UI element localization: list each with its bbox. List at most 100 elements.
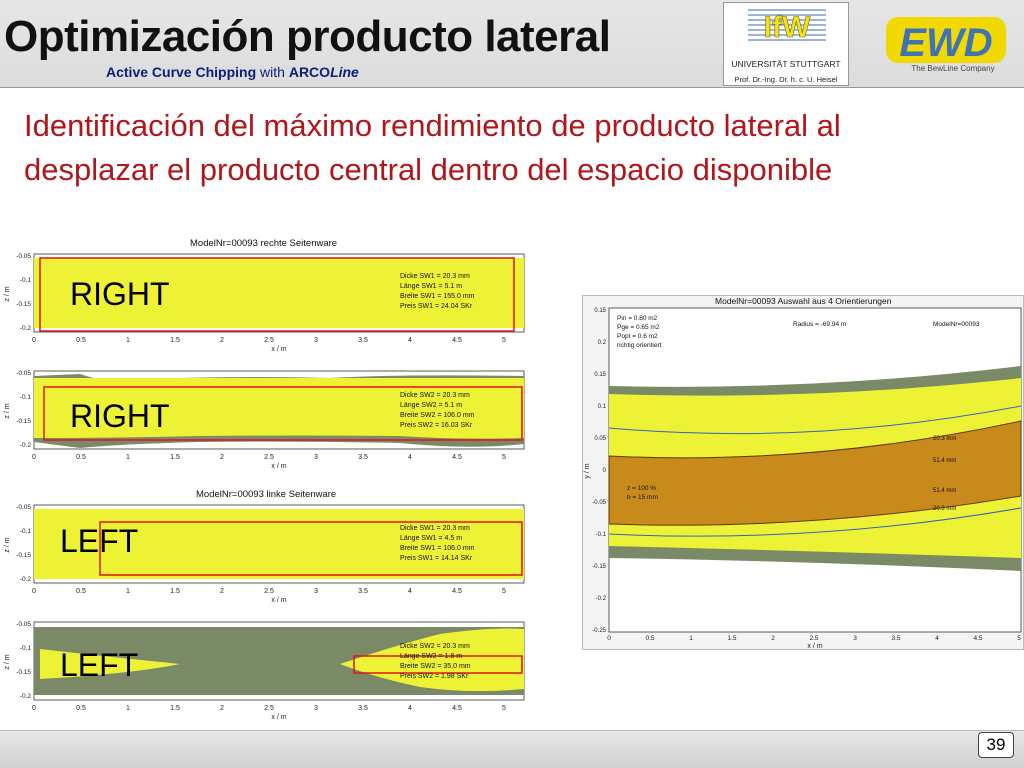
x-tick-label: 4	[408, 454, 412, 461]
x-tick-label: 1	[126, 337, 130, 344]
label-left-2: LEFT	[60, 647, 139, 683]
info-line: Länge SW1 = 4.5 m	[400, 535, 463, 542]
x-tick-label: 1.5	[170, 588, 180, 595]
x-tick-label: 2.5	[264, 337, 274, 344]
x-tick-label: 2.5	[264, 588, 274, 595]
info-line: Preis SW2 = 1.98 SKr	[400, 673, 469, 680]
info-line: Länge SW2 = 1.8 m	[400, 653, 463, 660]
x-tick-label: 3	[314, 588, 318, 595]
ewd-logo-text: EWD	[899, 21, 992, 65]
slide-footer	[0, 730, 1024, 768]
x-tick-label: 5	[502, 705, 506, 712]
z-tick-label: -0.1	[20, 645, 32, 652]
info-line: Dicke SW2 = 20.3 mm	[400, 392, 470, 399]
info-line: Dicke SW2 = 20.3 mm	[400, 643, 470, 650]
x-tick-label: 2	[220, 454, 224, 461]
z-tick-label: -0.15	[16, 552, 31, 559]
x-tick-label: 0.5	[76, 588, 86, 595]
x-tick-label: 0	[32, 588, 36, 595]
slide-heading: Identificación del máximo rendimiento de…	[24, 108, 841, 187]
right-info-2: Dicke SW2 = 20.3 mm Länge SW2 = 5.1 m Br…	[400, 391, 475, 431]
left-info-1: Dicke SW1 = 20.3 mm Länge SW1 = 4.5 m Br…	[400, 524, 475, 564]
x-tick-label: 0	[32, 454, 36, 461]
info-line: Länge SW1 = 5.1 m	[400, 283, 463, 290]
label-left-1: LEFT	[60, 523, 139, 559]
z-tick-label: -0.1	[20, 277, 32, 284]
z-tick-label: -0.2	[20, 325, 32, 332]
x-tick-label: 1.5	[170, 337, 180, 344]
x-tick-label: 1	[126, 454, 130, 461]
x-tick-label: 0	[32, 337, 36, 344]
x-tick-label: 5	[502, 588, 506, 595]
ifw-university: UNIVERSITÄT STUTTGART	[731, 59, 841, 69]
slide-title: Optimización producto lateral	[4, 12, 611, 61]
orientation-model: ModelNr=00093	[933, 321, 980, 328]
right-sideboard-panel: ModelNr=00093 rechte Seitenware 0 0.5 1 1.5…	[0, 238, 525, 476]
x-axis-label: x / m	[271, 463, 286, 470]
x-tick-label: 3.5	[891, 635, 900, 642]
subtitle-brand: ARCO	[288, 64, 331, 80]
central-line: z = 100 %	[627, 485, 657, 492]
x-axis-label: x / m	[271, 714, 286, 721]
x-tick-label: 1	[126, 705, 130, 712]
label-right-2: RIGHT	[70, 398, 170, 434]
x-tick-label: 1	[126, 588, 130, 595]
x-tick-label: 4	[935, 635, 939, 642]
y-tick-label: -0.05	[592, 500, 606, 506]
x-tick-label: 4	[408, 588, 412, 595]
x-tick-label: 1.5	[170, 705, 180, 712]
z-tick-label: -0.15	[16, 669, 31, 676]
subtitle-with: with	[256, 64, 289, 80]
orientation-annotation-3: 51.4 mm	[933, 488, 957, 494]
x-tick-label: 4.5	[452, 705, 462, 712]
x-tick-label: 1	[689, 635, 693, 642]
z-tick-label: -0.05	[16, 253, 31, 260]
label-right-1: RIGHT	[70, 276, 170, 312]
ifw-professor: Prof. Dr.-Ing. Dr. h. c. U. Heisel	[734, 75, 838, 84]
x-tick-label: 3.5	[358, 337, 368, 344]
orientation-annotation-2: 51.4 mm	[933, 458, 957, 464]
z-tick-label: -0.1	[20, 528, 32, 535]
orientation-panel: ModelNr=00093 Auswahl aus 4 Orientierung…	[582, 295, 1024, 650]
x-tick-label: 1.5	[727, 635, 736, 642]
z-tick-label: -0.15	[16, 301, 31, 308]
z-tick-label: -0.2	[20, 442, 32, 449]
x-tick-label: 0	[32, 705, 36, 712]
orientation-annotation-1: 20.3 mm	[933, 436, 957, 442]
ewd-tagline: The BewLine Company	[911, 64, 995, 73]
x-tick-label: 2	[771, 635, 775, 642]
x-tick-label: 0.5	[76, 705, 86, 712]
y-axis-label: y / m	[584, 463, 591, 478]
orientation-annotation-4: 20.3 mm	[933, 506, 957, 512]
x-axis-label: x / m	[807, 643, 822, 650]
z-tick-label: -0.2	[20, 693, 32, 700]
x-tick-label: 5	[1017, 635, 1021, 642]
info-line: Breite SW2 = 35.0 mm	[400, 663, 471, 670]
x-tick-label: 2	[220, 588, 224, 595]
y-tick-label: 0.1	[598, 404, 607, 410]
x-tick-label: 0	[607, 635, 611, 642]
ifw-logo-text: IfW	[764, 11, 811, 44]
subtitle-product: Active Curve Chipping	[106, 64, 257, 80]
x-tick-label: 3.5	[358, 705, 368, 712]
stats-line: Pin = 0.80 m2	[617, 315, 658, 322]
orientation-central-info: z = 100 % b = 15 mm	[627, 484, 658, 502]
z-axis-label: z / m	[4, 654, 11, 669]
z-tick-label: -0.05	[16, 370, 31, 377]
left-info-2: Dicke SW2 = 20.3 mm Länge SW2 = 1.8 m Br…	[400, 642, 471, 682]
x-tick-label: 3	[314, 454, 318, 461]
y-tick-label: -0.25	[592, 628, 606, 634]
x-axis-label: x / m	[271, 346, 286, 353]
y-tick-label: 0	[603, 468, 607, 474]
x-tick-label: 2.5	[809, 635, 818, 642]
right-info-1: Dicke SW1 = 20.3 mm Länge SW1 = 5.1 m Br…	[400, 272, 475, 312]
z-tick-label: -0.15	[16, 418, 31, 425]
z-tick-label: -0.2	[20, 576, 32, 583]
stats-line: Pge = 0.65 m2	[617, 324, 660, 331]
info-line: Breite SW1 = 106.0 mm	[400, 545, 475, 552]
info-line: Dicke SW1 = 20.3 mm	[400, 273, 470, 280]
y-tick-label: 0.05	[594, 436, 606, 442]
slide-header: Optimización producto lateral Active Cur…	[0, 0, 1024, 88]
x-tick-label: 5	[502, 454, 506, 461]
central-line: b = 15 mm	[627, 494, 658, 501]
